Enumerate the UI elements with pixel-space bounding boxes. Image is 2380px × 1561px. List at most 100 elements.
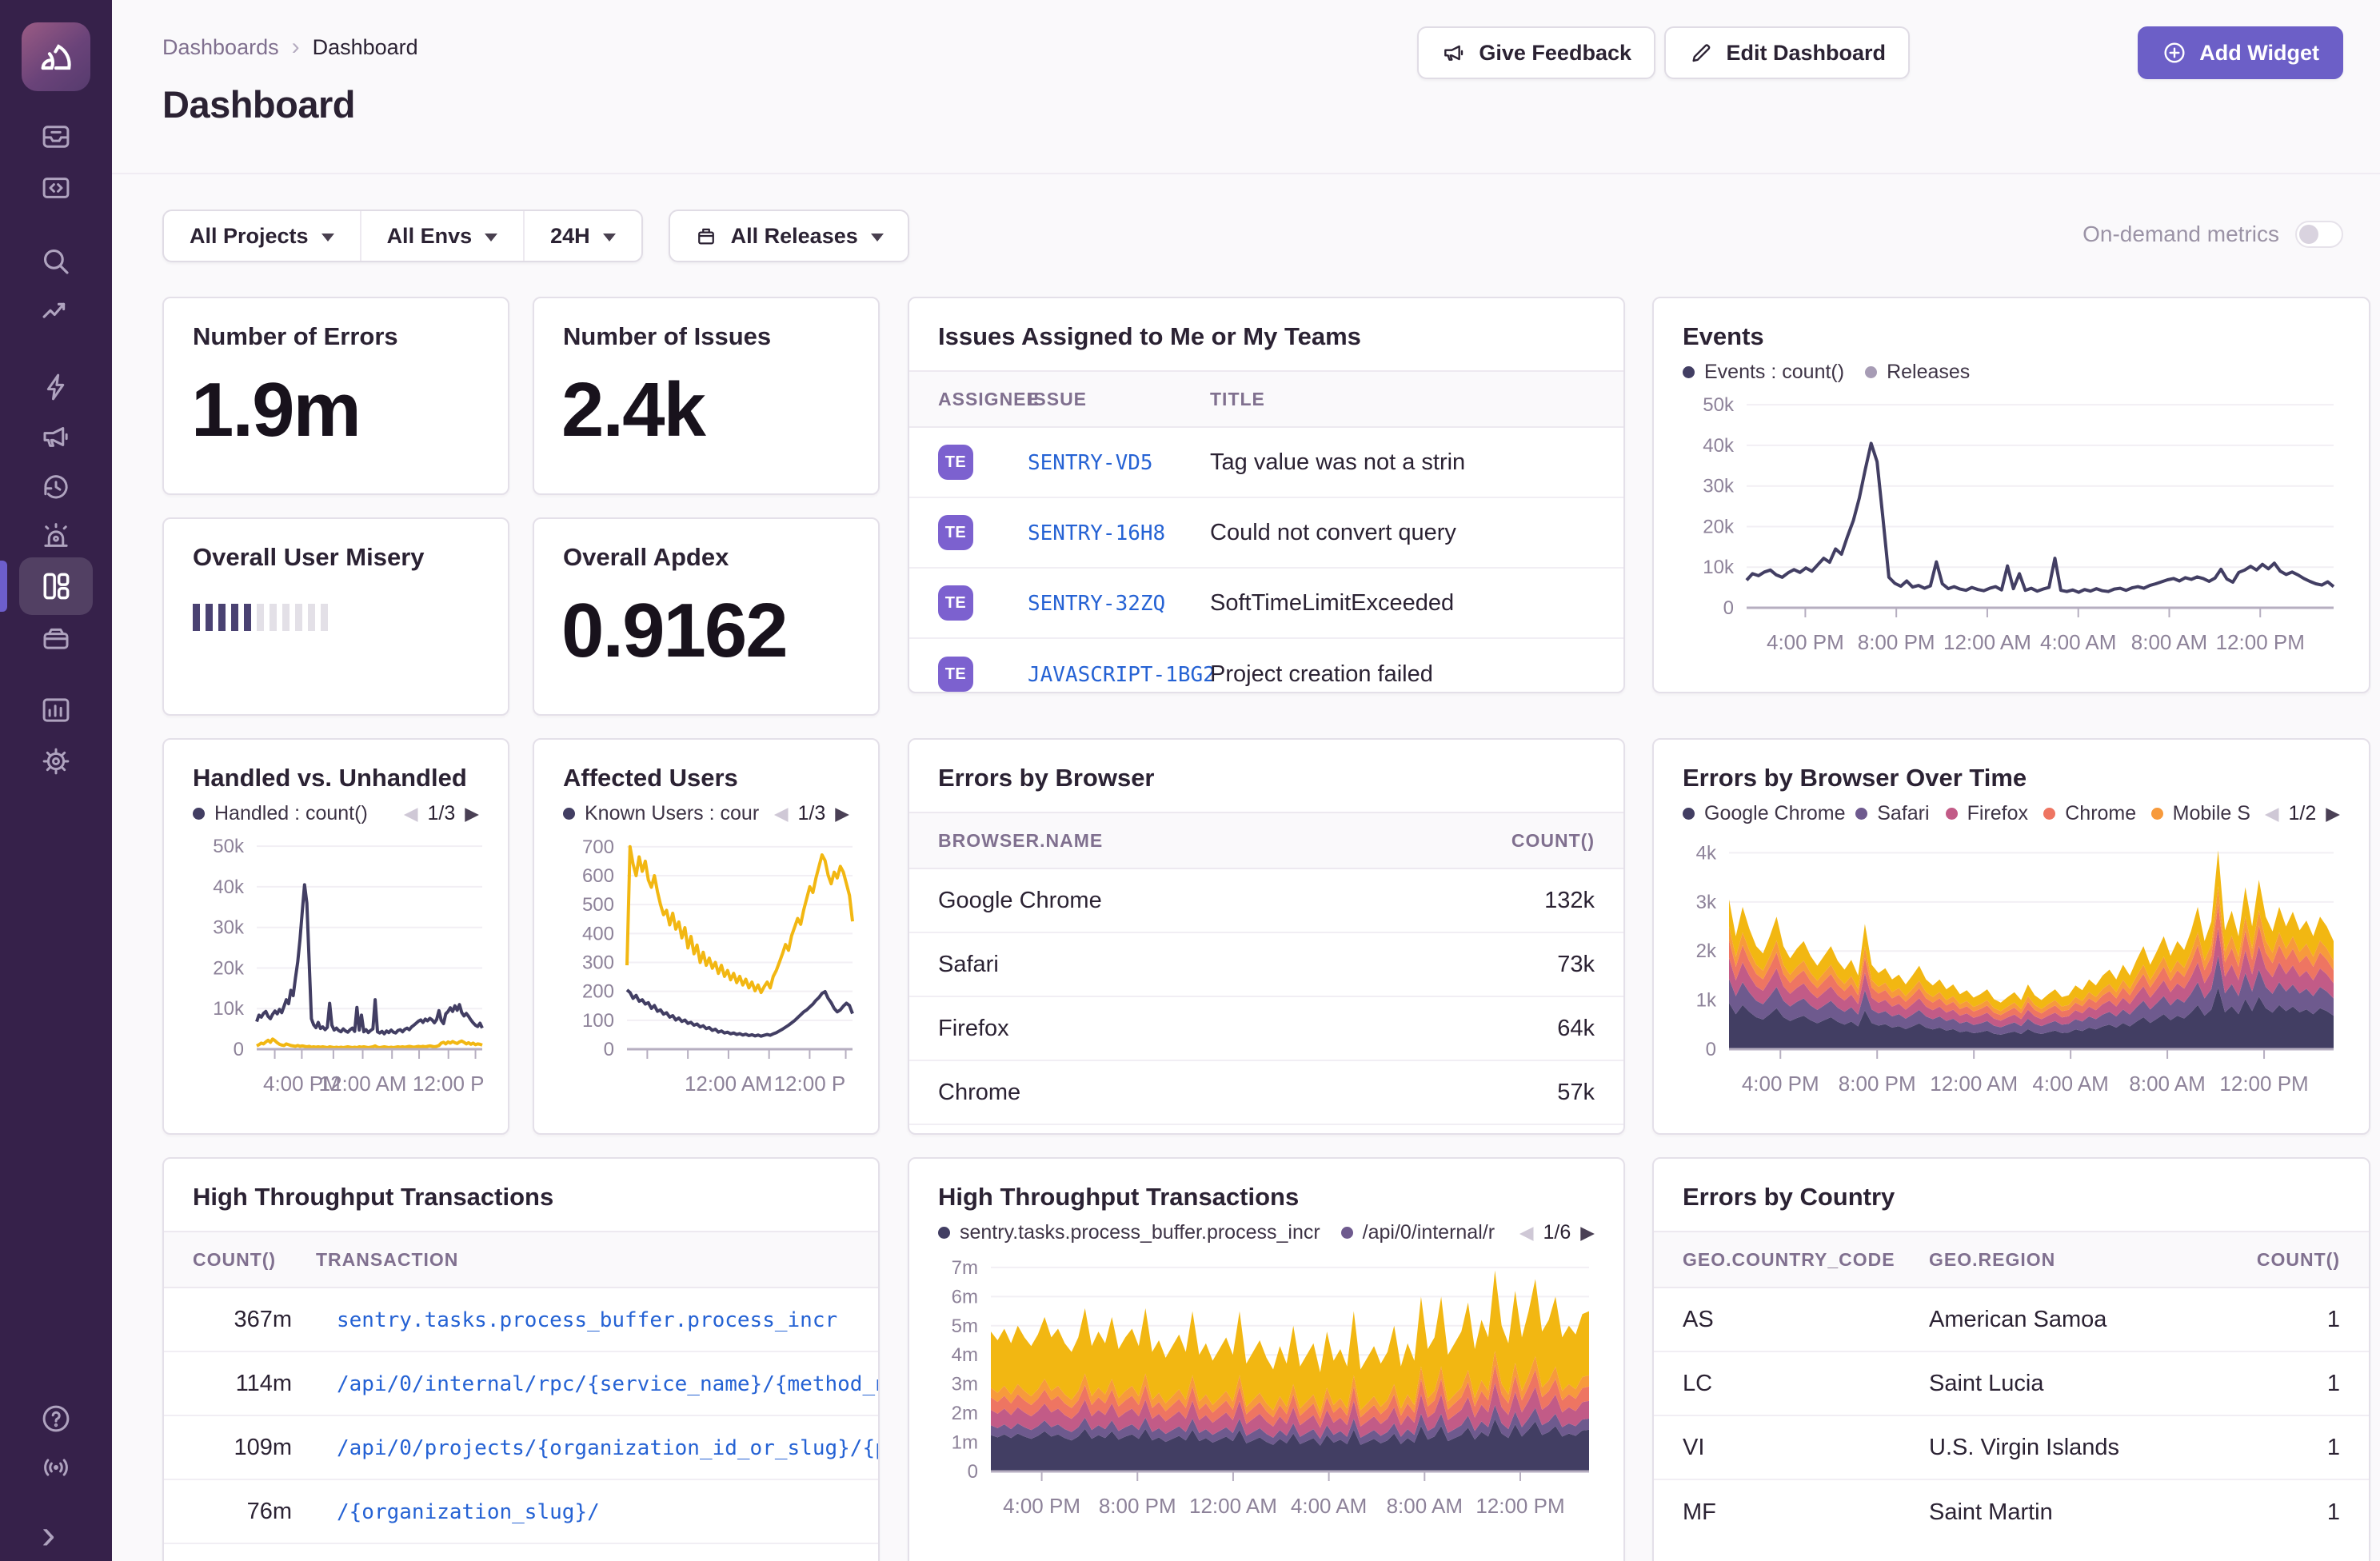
legend-item[interactable]: Events : count() xyxy=(1683,361,1844,384)
throughput-chart-legend: sentry.tasks.process_buffer.process_incr… xyxy=(909,1212,1623,1244)
table-row: 109m/api/0/projects/{organization_id_or_… xyxy=(164,1416,878,1480)
legend-next-button[interactable]: ▶ xyxy=(835,803,849,824)
column-header-title[interactable]: TITLE xyxy=(1210,389,1265,410)
chevron-down-icon xyxy=(871,234,884,242)
legend-item[interactable]: Safari xyxy=(1855,802,1924,825)
edit-dashboard-button[interactable]: Edit Dashboard xyxy=(1664,26,1910,79)
sidebar-item-stats[interactable] xyxy=(39,693,73,727)
count-cell: 76m xyxy=(164,1499,292,1525)
widget-title: Number of Errors xyxy=(164,298,508,351)
column-header-count[interactable]: COUNT() xyxy=(2257,1249,2369,1271)
sidebar-item-replays[interactable] xyxy=(39,470,73,504)
avatar[interactable]: TE xyxy=(938,657,973,692)
svg-text:0: 0 xyxy=(968,1461,978,1483)
legend-label: Known Users : cour xyxy=(585,802,759,825)
legend-prev-button[interactable]: ◀ xyxy=(2265,803,2279,824)
legend-item[interactable]: Releases xyxy=(1865,361,1970,384)
legend-item[interactable]: Known Users : cour xyxy=(563,802,753,825)
transaction-link[interactable]: sentry.tasks.process_buffer.process_incr xyxy=(337,1308,837,1332)
legend-item[interactable]: Google Chrome xyxy=(1683,802,1835,825)
column-header-count[interactable]: COUNT() xyxy=(1511,830,1623,852)
misery-bar xyxy=(231,604,238,631)
releases-filter[interactable]: All Releases xyxy=(669,210,909,262)
help-icon[interactable] xyxy=(39,1402,73,1435)
issue-link[interactable]: JAVASCRIPT-1BG2 xyxy=(1028,663,1216,687)
sidebar: › xyxy=(0,0,112,1561)
page-filter-group: All Projects All Envs 24H xyxy=(162,210,643,262)
sidebar-item-issues[interactable] xyxy=(39,120,73,154)
give-feedback-button[interactable]: Give Feedback xyxy=(1417,26,1655,79)
legend-label: Events : count() xyxy=(1704,361,1844,384)
legend-page: 1/6 xyxy=(1543,1221,1571,1244)
table-row: Safari73k xyxy=(909,933,1623,997)
misery-bar xyxy=(206,604,213,631)
broadcast-icon[interactable] xyxy=(39,1451,73,1484)
column-header-country-code[interactable]: GEO.COUNTRY_CODE xyxy=(1654,1249,1929,1271)
sidebar-expand-chevron[interactable]: › xyxy=(42,1514,55,1555)
column-header-transaction[interactable]: TRANSACTION xyxy=(292,1249,458,1271)
legend-label: Firefox xyxy=(1967,802,2028,825)
legend-prev-button[interactable]: ◀ xyxy=(774,803,789,824)
sidebar-item-lightning[interactable] xyxy=(39,370,73,404)
legend-next-button[interactable]: ▶ xyxy=(2326,803,2340,824)
svg-text:40k: 40k xyxy=(1703,435,1735,457)
svg-text:20k: 20k xyxy=(1703,516,1735,537)
breadcrumb-dashboards[interactable]: Dashboards xyxy=(162,35,279,60)
sidebar-item-releases[interactable] xyxy=(39,621,73,654)
avatar[interactable]: TE xyxy=(938,515,973,550)
sidebar-item-projects[interactable] xyxy=(39,171,73,205)
svg-text:20k: 20k xyxy=(213,957,245,979)
widget-title: Overall Apdex xyxy=(534,519,878,572)
legend-prev-button[interactable]: ◀ xyxy=(1519,1222,1534,1244)
add-widget-button[interactable]: Add Widget xyxy=(2138,26,2343,79)
environment-filter[interactable]: All Envs xyxy=(360,211,524,261)
errors-count-value: 1.9m xyxy=(164,351,508,449)
svg-text:5m: 5m xyxy=(952,1315,978,1337)
legend-item[interactable]: Handled : count() xyxy=(193,802,368,825)
svg-text:12:00 AM: 12:00 AM xyxy=(685,1072,773,1096)
legend-next-button[interactable]: ▶ xyxy=(1580,1222,1595,1244)
avatar[interactable]: TE xyxy=(938,445,973,480)
issue-link[interactable]: SENTRY-32ZQ xyxy=(1028,592,1165,616)
sidebar-item-performance[interactable] xyxy=(39,295,73,329)
avatar[interactable]: TE xyxy=(938,585,973,621)
legend-item[interactable]: /api/0/internal/r xyxy=(1341,1221,1495,1244)
sidebar-item-dashboards-active[interactable] xyxy=(19,557,93,615)
issue-link[interactable]: SENTRY-16H8 xyxy=(1028,521,1165,545)
column-header-assignee[interactable]: ASSIGNEE xyxy=(909,389,1028,410)
toggle-knob xyxy=(2299,225,2318,244)
legend-dot-icon xyxy=(2043,808,2055,820)
legend-label: Chrome xyxy=(2065,802,2136,825)
svg-text:1m: 1m xyxy=(952,1432,978,1454)
column-header-issue[interactable]: ISSUE xyxy=(1028,389,1210,410)
sidebar-item-alerts[interactable] xyxy=(39,520,73,553)
legend-item[interactable]: Chrome xyxy=(2043,802,2130,825)
legend-dot-icon xyxy=(2151,808,2163,820)
svg-text:40k: 40k xyxy=(213,876,245,898)
transaction-link[interactable]: /api/0/internal/rpc/{service_name}/{meth… xyxy=(337,1372,878,1396)
column-header-region[interactable]: GEO.REGION xyxy=(1929,1249,2257,1271)
legend-next-button[interactable]: ▶ xyxy=(465,803,479,824)
legend-prev-button[interactable]: ◀ xyxy=(404,803,418,824)
transaction-link[interactable]: /{organization_slug}/ xyxy=(337,1500,600,1524)
issue-link[interactable]: SENTRY-VD5 xyxy=(1028,451,1153,475)
svg-text:50k: 50k xyxy=(213,836,245,857)
transaction-link[interactable]: /api/0/projects/{organization_id_or_slug… xyxy=(337,1436,878,1460)
date-range-filter[interactable]: 24H xyxy=(523,211,641,261)
legend-item[interactable]: Firefox xyxy=(1946,802,2023,825)
misery-bar xyxy=(257,604,264,631)
legend-item[interactable]: Mobile S xyxy=(2151,802,2244,825)
sidebar-item-settings[interactable] xyxy=(39,745,73,778)
sidebar-item-feedback[interactable] xyxy=(39,420,73,453)
column-header-browser-name[interactable]: BROWSER.NAME xyxy=(909,830,1511,852)
sidebar-item-search[interactable] xyxy=(39,245,73,278)
legend-dot-icon xyxy=(1946,808,1958,820)
column-header-count[interactable]: COUNT() xyxy=(164,1249,292,1271)
throughput-table-body: 367msentry.tasks.process_buffer.process_… xyxy=(164,1288,878,1561)
svg-text:8:00 AM: 8:00 AM xyxy=(1387,1494,1463,1518)
affected-users-legend: Known Users : cour◀1/3▶ xyxy=(534,792,878,825)
ondemand-toggle[interactable] xyxy=(2295,221,2343,248)
sentry-logo[interactable] xyxy=(22,22,90,91)
project-filter[interactable]: All Projects xyxy=(164,211,360,261)
legend-item[interactable]: sentry.tasks.process_buffer.process_incr xyxy=(938,1221,1320,1244)
